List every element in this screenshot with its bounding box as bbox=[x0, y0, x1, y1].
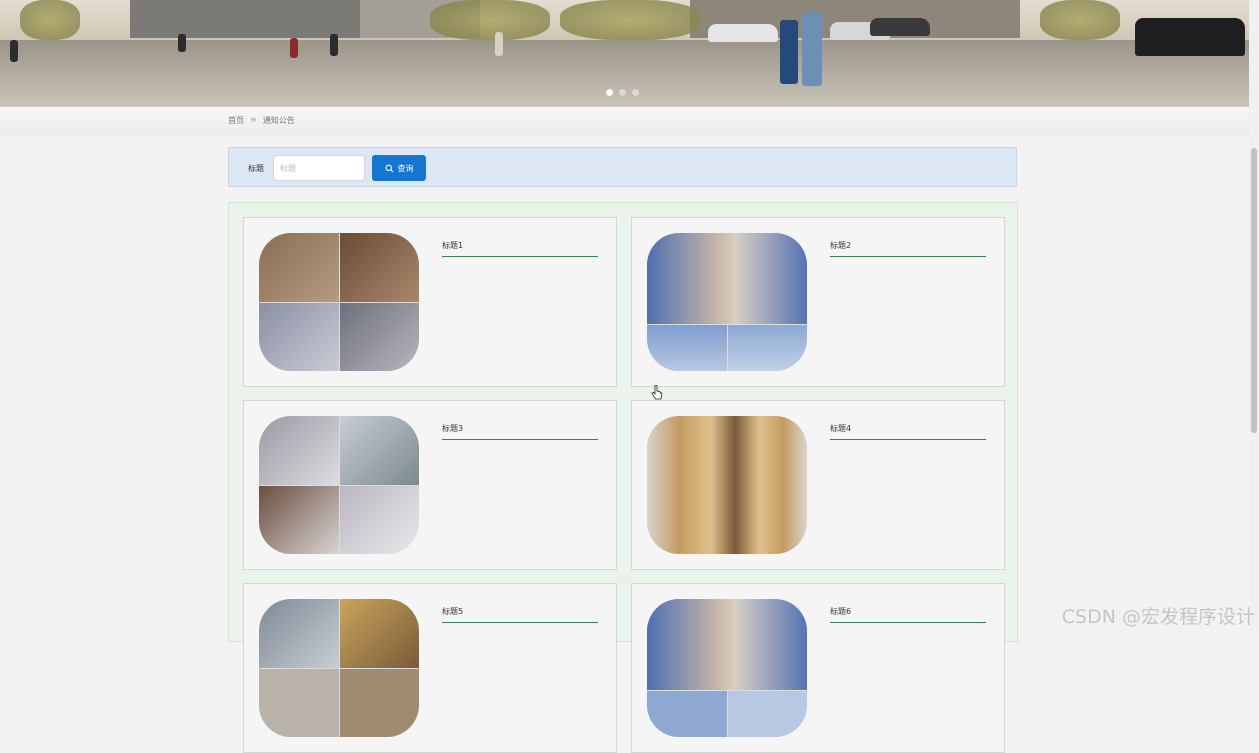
carousel-dot[interactable] bbox=[619, 89, 626, 96]
carousel-dot[interactable] bbox=[632, 89, 639, 96]
search-panel: 标题 查询 bbox=[228, 147, 1017, 187]
breadcrumb-current: 通知公告 bbox=[262, 116, 295, 125]
card-image[interactable] bbox=[647, 416, 807, 554]
card-title[interactable]: 标题6 bbox=[830, 606, 986, 623]
card-image[interactable] bbox=[259, 416, 419, 554]
list-item[interactable]: 标题2 bbox=[631, 217, 1005, 387]
search-icon bbox=[385, 164, 393, 172]
card-image[interactable] bbox=[259, 599, 419, 737]
list-item[interactable]: 标题6 bbox=[631, 583, 1005, 753]
breadcrumb-bar bbox=[0, 107, 1249, 135]
hand-cursor-icon bbox=[651, 385, 663, 400]
card-image[interactable] bbox=[647, 233, 807, 371]
banner-car bbox=[870, 18, 930, 36]
banner-person bbox=[495, 32, 503, 56]
banner-person bbox=[780, 20, 798, 84]
banner-tree bbox=[20, 0, 80, 40]
banner-tree bbox=[560, 0, 700, 40]
banner-person bbox=[178, 34, 186, 52]
scrollbar-thumb[interactable] bbox=[1251, 148, 1257, 433]
banner-car bbox=[708, 24, 778, 42]
page-scrollbar[interactable] bbox=[1249, 0, 1259, 635]
search-button-label: 查询 bbox=[397, 163, 414, 173]
notice-list: 标题1 标题2 标题3 标题4 标题5 标题6 bbox=[228, 202, 1018, 753]
banner-tree bbox=[430, 0, 550, 40]
carousel-dots bbox=[606, 89, 639, 96]
watermark: CSDN @宏发程序设计 bbox=[1061, 606, 1255, 628]
list-item[interactable]: 标题5 bbox=[243, 583, 617, 753]
search-label: 标题 bbox=[248, 164, 264, 173]
banner-person bbox=[290, 38, 298, 58]
card-title[interactable]: 标题1 bbox=[442, 240, 598, 257]
search-button[interactable]: 查询 bbox=[372, 155, 426, 181]
list-item[interactable]: 标题3 bbox=[243, 400, 617, 570]
banner-tree bbox=[1040, 0, 1120, 40]
card-title[interactable]: 标题4 bbox=[830, 423, 986, 440]
banner-person bbox=[330, 34, 338, 56]
banner-ground bbox=[0, 40, 1249, 107]
banner-person bbox=[802, 12, 822, 86]
card-title[interactable]: 标题5 bbox=[442, 606, 598, 623]
card-image[interactable] bbox=[259, 233, 419, 371]
banner-car bbox=[1135, 18, 1245, 56]
carousel-dot[interactable] bbox=[606, 89, 613, 96]
card-title[interactable]: 标题2 bbox=[830, 240, 986, 257]
breadcrumb-separator: ≡ bbox=[250, 115, 257, 124]
card-image[interactable] bbox=[647, 599, 807, 737]
title-search-input[interactable] bbox=[273, 155, 365, 181]
banner-person bbox=[10, 40, 18, 62]
list-item[interactable]: 标题4 bbox=[631, 400, 1005, 570]
list-item[interactable]: 标题1 bbox=[243, 217, 617, 387]
breadcrumb-home-link[interactable]: 首页 bbox=[228, 115, 244, 126]
banner-building bbox=[130, 0, 360, 38]
card-title[interactable]: 标题3 bbox=[442, 423, 598, 440]
banner-carousel[interactable] bbox=[0, 0, 1249, 107]
breadcrumb: 首页 ≡ 通知公告 bbox=[228, 115, 295, 126]
